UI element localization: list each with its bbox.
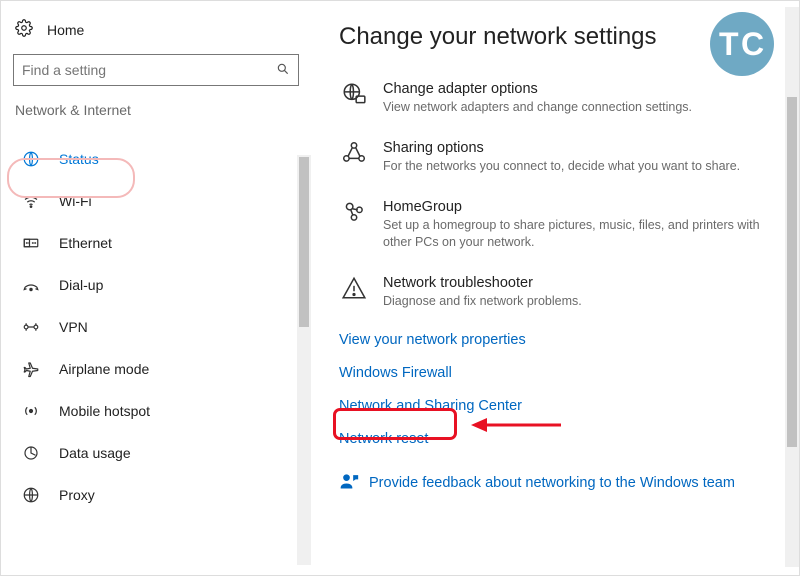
option-desc: Diagnose and fix network problems. bbox=[383, 293, 582, 310]
data-usage-icon bbox=[21, 444, 41, 462]
option-change-adapter[interactable]: Change adapter options View network adap… bbox=[339, 73, 785, 132]
dialup-icon bbox=[21, 276, 41, 294]
search-field[interactable] bbox=[22, 62, 276, 78]
sidebar-item-label: VPN bbox=[59, 319, 88, 335]
search-icon bbox=[276, 62, 290, 79]
globe-icon bbox=[21, 150, 41, 168]
sidebar-item-status[interactable]: Status bbox=[1, 138, 311, 180]
sidebar-item-wifi[interactable]: Wi-Fi bbox=[1, 180, 311, 222]
feedback-link[interactable]: Provide feedback about networking to the… bbox=[369, 475, 735, 491]
vpn-icon bbox=[21, 318, 41, 336]
option-desc: View network adapters and change connect… bbox=[383, 99, 692, 116]
sidebar-item-label: Proxy bbox=[59, 487, 95, 503]
link-network-properties[interactable]: View your network properties bbox=[339, 332, 526, 348]
airplane-icon bbox=[21, 360, 41, 378]
warning-triangle-icon bbox=[339, 275, 369, 310]
sidebar-nav: Status Wi-Fi Ethernet Dial-up bbox=[1, 138, 311, 516]
sidebar-item-label: Airplane mode bbox=[59, 361, 149, 377]
sidebar-item-vpn[interactable]: VPN bbox=[1, 306, 311, 348]
sidebar-item-ethernet[interactable]: Ethernet bbox=[1, 222, 311, 264]
tc-logo-icon: T C bbox=[709, 11, 775, 77]
sidebar-section-label: Network & Internet bbox=[1, 98, 311, 132]
sidebar-item-airplane[interactable]: Airplane mode bbox=[1, 348, 311, 390]
sidebar-home-label: Home bbox=[47, 22, 84, 38]
option-desc: Set up a homegroup to share pictures, mu… bbox=[383, 217, 763, 251]
main-content: Change your network settings Change adap… bbox=[311, 1, 799, 575]
hotspot-icon bbox=[21, 402, 41, 420]
link-network-sharing-center[interactable]: Network and Sharing Center bbox=[339, 398, 522, 414]
sidebar: Home Network & Internet Status bbox=[1, 1, 311, 575]
link-windows-firewall[interactable]: Windows Firewall bbox=[339, 365, 452, 381]
option-troubleshooter[interactable]: Network troubleshooter Diagnose and fix … bbox=[339, 267, 785, 326]
ethernet-icon bbox=[21, 234, 41, 252]
sidebar-item-label: Mobile hotspot bbox=[59, 403, 150, 419]
svg-text:C: C bbox=[741, 26, 764, 62]
option-title: HomeGroup bbox=[383, 199, 763, 215]
sidebar-scrollbar[interactable] bbox=[297, 155, 311, 565]
main-scrollbar[interactable] bbox=[785, 7, 799, 567]
sidebar-item-label: Dial-up bbox=[59, 277, 103, 293]
feedback-row[interactable]: Provide feedback about networking to the… bbox=[339, 457, 785, 494]
sidebar-item-dialup[interactable]: Dial-up bbox=[1, 264, 311, 306]
feedback-icon bbox=[339, 471, 359, 494]
homegroup-icon bbox=[339, 199, 369, 251]
option-title: Change adapter options bbox=[383, 81, 692, 97]
svg-text:T: T bbox=[719, 26, 739, 62]
option-sharing[interactable]: Sharing options For the networks you con… bbox=[339, 132, 785, 191]
sidebar-item-label: Status bbox=[59, 151, 99, 167]
globe-adapter-icon bbox=[339, 81, 369, 116]
search-input[interactable] bbox=[13, 54, 299, 86]
option-desc: For the networks you connect to, decide … bbox=[383, 158, 740, 175]
sidebar-item-label: Wi-Fi bbox=[59, 193, 92, 209]
sidebar-item-proxy[interactable]: Proxy bbox=[1, 474, 311, 516]
option-homegroup[interactable]: HomeGroup Set up a homegroup to share pi… bbox=[339, 191, 785, 267]
sidebar-home[interactable]: Home bbox=[1, 11, 311, 54]
sidebar-item-datausage[interactable]: Data usage bbox=[1, 432, 311, 474]
sidebar-item-label: Data usage bbox=[59, 445, 131, 461]
wifi-icon bbox=[21, 192, 41, 210]
sidebar-item-label: Ethernet bbox=[59, 235, 112, 251]
gear-icon bbox=[15, 19, 33, 40]
option-title: Network troubleshooter bbox=[383, 275, 582, 291]
sharing-icon bbox=[339, 140, 369, 175]
link-network-reset[interactable]: Network reset bbox=[339, 431, 428, 447]
option-title: Sharing options bbox=[383, 140, 740, 156]
sidebar-item-hotspot[interactable]: Mobile hotspot bbox=[1, 390, 311, 432]
proxy-icon bbox=[21, 486, 41, 504]
